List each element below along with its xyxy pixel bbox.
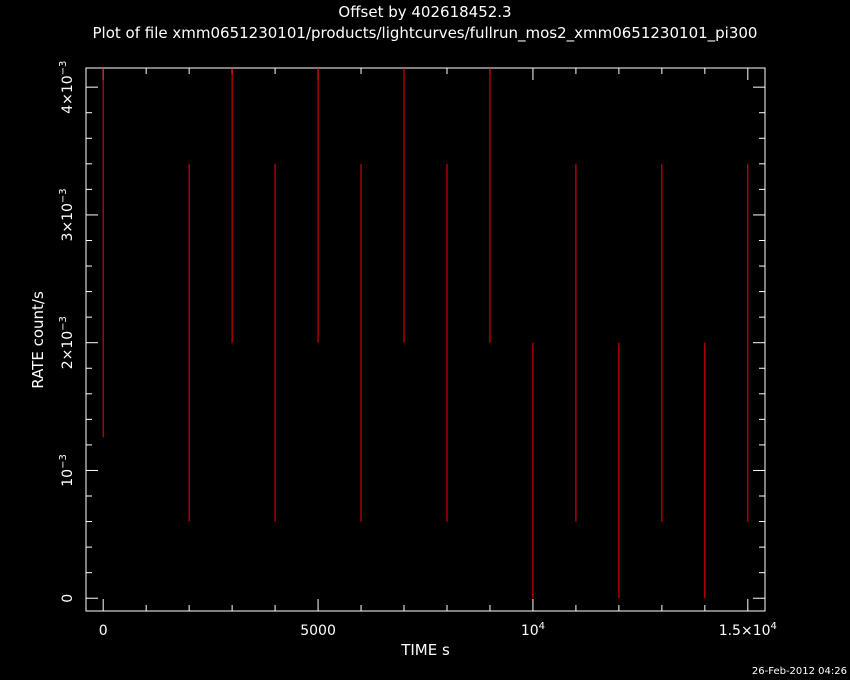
x-tick-labels: 0 5000 104 1.5×104 xyxy=(99,621,777,639)
y-tick-label: 2×10−3 xyxy=(58,316,76,369)
plot-frame xyxy=(85,67,766,612)
y-tick-label: 4×10−3 xyxy=(58,61,76,114)
y-tick-label: 3×10−3 xyxy=(58,188,76,241)
plot-timestamp: 26-Feb-2012 04:26 xyxy=(751,666,847,677)
x-tick-label: 5000 xyxy=(300,623,336,639)
x-tick-label: 104 xyxy=(521,621,545,639)
error-bars xyxy=(102,68,749,599)
x-tick-label: 0 xyxy=(99,623,108,639)
lightcurve-chart: 0 5000 104 1.5×104 010−32×10−33×10−34×10−3 … xyxy=(29,61,777,659)
x-tick-label: 1.5×104 xyxy=(719,621,777,639)
y-axis-label: RATE count/s xyxy=(29,291,47,389)
x-axis-label: TIME s xyxy=(400,641,450,659)
tick-marks xyxy=(86,68,765,611)
y-tick-labels: 0 10−3 2×10−3 3×10−3 4×10−3 xyxy=(58,61,76,603)
y-tick-label: 0 xyxy=(60,594,76,603)
y-tick-label: 10−3 xyxy=(58,454,76,487)
